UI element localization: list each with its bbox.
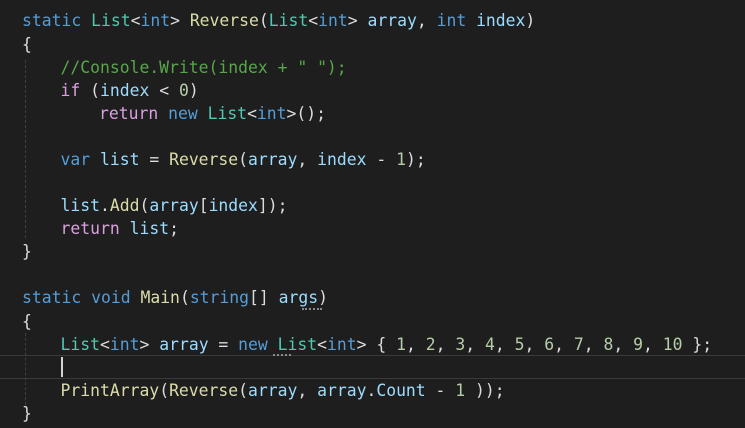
indent-guide bbox=[25, 333, 26, 405]
code-line-13[interactable]: PrintArray(Reverse(array, array.Count - … bbox=[61, 379, 505, 402]
current-line-highlight bbox=[0, 355, 745, 379]
code-line-6[interactable]: var list = Reverse(array, index - 1); bbox=[61, 148, 426, 171]
code-line-10[interactable]: static void Main(string[] args) bbox=[22, 286, 328, 309]
suggestion-dots bbox=[302, 304, 322, 310]
code-line-8[interactable]: return list; bbox=[61, 217, 179, 240]
code-line-4[interactable]: if (index < 0) bbox=[61, 79, 199, 102]
code-line-1[interactable]: static List<int> Reverse(List<int> array… bbox=[22, 9, 535, 32]
code-line-3[interactable]: //Console.Write(index + " "); bbox=[61, 56, 347, 79]
text-cursor bbox=[61, 357, 63, 377]
code-line-2[interactable]: { bbox=[22, 33, 32, 56]
code-line-12[interactable]: List<int> array = new List<int> { 1, 2, … bbox=[61, 333, 713, 356]
code-line-5[interactable]: return new List<int>(); bbox=[99, 102, 326, 125]
suggestion-dots bbox=[273, 350, 291, 356]
code-line-7[interactable]: list.Add(array[index]); bbox=[61, 194, 288, 217]
code-line-9[interactable]: } bbox=[22, 240, 32, 263]
code-line-11[interactable]: { bbox=[22, 310, 32, 333]
code-editor[interactable]: static List<int> Reverse(List<int> array… bbox=[0, 0, 745, 428]
indent-guide bbox=[25, 60, 26, 238]
code-line-14[interactable]: } bbox=[22, 402, 32, 425]
